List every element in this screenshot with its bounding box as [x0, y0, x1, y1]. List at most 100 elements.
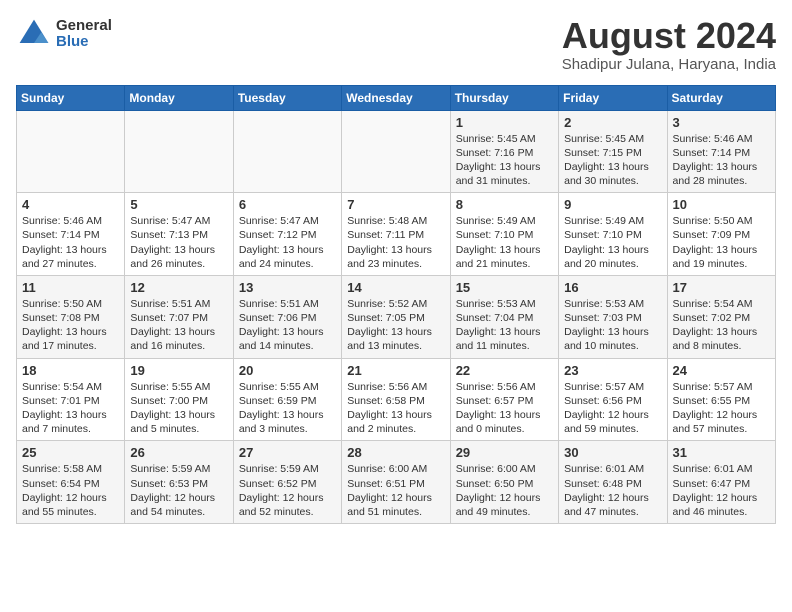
day-number: 22: [456, 363, 553, 378]
day-header-wednesday: Wednesday: [342, 85, 450, 110]
logo: General Blue: [16, 16, 112, 52]
calendar-cell: 2 Sunrise: 5:45 AMSunset: 7:15 PMDaylight…: [559, 110, 667, 193]
day-number: 20: [239, 363, 336, 378]
day-details: Sunrise: 5:48 AMSunset: 7:11 PMDaylight:…: [347, 214, 444, 271]
calendar-cell: [342, 110, 450, 193]
day-number: 31: [673, 445, 770, 460]
calendar-week-2: 4Sunrise: 5:46 AMSunset: 7:14 PMDaylight…: [17, 193, 776, 276]
day-details: Sunrise: 5:51 AMSunset: 7:06 PMDaylight:…: [239, 297, 336, 354]
day-number: 6: [239, 197, 336, 212]
day-details: Sunrise: 5:59 AMSunset: 6:53 PMDaylight:…: [130, 462, 227, 519]
day-details: Sunrise: 5:45 AMSunset: 7:15 PMDaylight:…: [564, 132, 661, 189]
day-details: Sunrise: 5:57 AMSunset: 6:55 PMDaylight:…: [673, 380, 770, 437]
day-number: 28: [347, 445, 444, 460]
day-details: Sunrise: 6:01 AMSunset: 6:47 PMDaylight:…: [673, 462, 770, 519]
calendar-cell: 31 Sunrise: 6:01 AMSunset: 6:47 PMDayligh…: [667, 441, 775, 524]
title-block: August 2024 Shadipur Julana, Haryana, In…: [562, 16, 776, 73]
day-details: Sunrise: 6:01 AMSunset: 6:48 PMDaylight:…: [564, 462, 661, 519]
day-number: 8: [456, 197, 553, 212]
calendar-cell: 19 Sunrise: 5:55 AMSunset: 7:00 PMDayligh…: [125, 358, 233, 441]
day-details: Sunrise: 5:54 AMSunset: 7:02 PMDaylight:…: [673, 297, 770, 354]
calendar-cell: 3 Sunrise: 5:46 AMSunset: 7:14 PMDaylight…: [667, 110, 775, 193]
day-header-tuesday: Tuesday: [233, 85, 341, 110]
day-number: 1: [456, 115, 553, 130]
calendar-cell: 28 Sunrise: 6:00 AMSunset: 6:51 PMDayligh…: [342, 441, 450, 524]
day-number: 2: [564, 115, 661, 130]
calendar-cell: 17Sunrise: 5:54 AMSunset: 7:02 PMDayligh…: [667, 275, 775, 358]
calendar-cell: 8Sunrise: 5:49 AMSunset: 7:10 PMDaylight…: [450, 193, 558, 276]
day-details: Sunrise: 5:47 AMSunset: 7:12 PMDaylight:…: [239, 214, 336, 271]
day-number: 11: [22, 280, 119, 295]
logo-general: General: [56, 18, 112, 35]
day-number: 3: [673, 115, 770, 130]
day-details: Sunrise: 5:56 AMSunset: 6:58 PMDaylight:…: [347, 380, 444, 437]
day-details: Sunrise: 5:49 AMSunset: 7:10 PMDaylight:…: [564, 214, 661, 271]
day-details: Sunrise: 5:56 AMSunset: 6:57 PMDaylight:…: [456, 380, 553, 437]
day-number: 25: [22, 445, 119, 460]
calendar-cell: 14Sunrise: 5:52 AMSunset: 7:05 PMDayligh…: [342, 275, 450, 358]
day-details: Sunrise: 5:50 AMSunset: 7:08 PMDaylight:…: [22, 297, 119, 354]
calendar-cell: 16 Sunrise: 5:53 AMSunset: 7:03 PMDayligh…: [559, 275, 667, 358]
calendar-cell: 1 Sunrise: 5:45 AMSunset: 7:16 PMDaylight…: [450, 110, 558, 193]
logo-icon: [16, 16, 52, 52]
day-details: Sunrise: 6:00 AMSunset: 6:50 PMDaylight:…: [456, 462, 553, 519]
calendar-cell: [233, 110, 341, 193]
day-details: Sunrise: 5:53 AMSunset: 7:03 PMDaylight:…: [564, 297, 661, 354]
day-header-saturday: Saturday: [667, 85, 775, 110]
calendar-week-1: 1 Sunrise: 5:45 AMSunset: 7:16 PMDaylight…: [17, 110, 776, 193]
calendar-cell: 11 Sunrise: 5:50 AMSunset: 7:08 PMDayligh…: [17, 275, 125, 358]
day-details: Sunrise: 5:58 AMSunset: 6:54 PMDaylight:…: [22, 462, 119, 519]
calendar-cell: 27 Sunrise: 5:59 AMSunset: 6:52 PMDayligh…: [233, 441, 341, 524]
day-headers-row: SundayMondayTuesdayWednesdayThursdayFrid…: [17, 85, 776, 110]
day-header-friday: Friday: [559, 85, 667, 110]
day-details: Sunrise: 5:53 AMSunset: 7:04 PMDaylight:…: [456, 297, 553, 354]
day-number: 10: [673, 197, 770, 212]
day-number: 14: [347, 280, 444, 295]
calendar-cell: 5Sunrise: 5:47 AMSunset: 7:13 PMDaylight…: [125, 193, 233, 276]
calendar-cell: 7 Sunrise: 5:48 AMSunset: 7:11 PMDaylight…: [342, 193, 450, 276]
day-details: Sunrise: 5:46 AMSunset: 7:14 PMDaylight:…: [673, 132, 770, 189]
day-details: Sunrise: 5:46 AMSunset: 7:14 PMDaylight:…: [22, 214, 119, 271]
calendar-cell: 23 Sunrise: 5:57 AMSunset: 6:56 PMDayligh…: [559, 358, 667, 441]
calendar-cell: 29Sunrise: 6:00 AMSunset: 6:50 PMDayligh…: [450, 441, 558, 524]
logo-text: General Blue: [56, 18, 112, 51]
day-number: 7: [347, 197, 444, 212]
day-details: Sunrise: 5:55 AMSunset: 6:59 PMDaylight:…: [239, 380, 336, 437]
day-number: 16: [564, 280, 661, 295]
calendar-cell: 25 Sunrise: 5:58 AMSunset: 6:54 PMDayligh…: [17, 441, 125, 524]
day-number: 9: [564, 197, 661, 212]
calendar-week-3: 11 Sunrise: 5:50 AMSunset: 7:08 PMDayligh…: [17, 275, 776, 358]
day-number: 12: [130, 280, 227, 295]
calendar-cell: [125, 110, 233, 193]
calendar-cell: 9 Sunrise: 5:49 AMSunset: 7:10 PMDaylight…: [559, 193, 667, 276]
day-details: Sunrise: 5:50 AMSunset: 7:09 PMDaylight:…: [673, 214, 770, 271]
day-number: 26: [130, 445, 227, 460]
day-number: 23: [564, 363, 661, 378]
day-number: 27: [239, 445, 336, 460]
day-details: Sunrise: 5:57 AMSunset: 6:56 PMDaylight:…: [564, 380, 661, 437]
day-details: Sunrise: 5:59 AMSunset: 6:52 PMDaylight:…: [239, 462, 336, 519]
day-header-sunday: Sunday: [17, 85, 125, 110]
calendar-week-4: 18 Sunrise: 5:54 AMSunset: 7:01 PMDayligh…: [17, 358, 776, 441]
logo-blue: Blue: [56, 34, 112, 51]
calendar-cell: 22 Sunrise: 5:56 AMSunset: 6:57 PMDayligh…: [450, 358, 558, 441]
calendar-cell: 24Sunrise: 5:57 AMSunset: 6:55 PMDayligh…: [667, 358, 775, 441]
calendar-cell: 13Sunrise: 5:51 AMSunset: 7:06 PMDayligh…: [233, 275, 341, 358]
location: Shadipur Julana, Haryana, India: [562, 56, 776, 73]
calendar-cell: 6 Sunrise: 5:47 AMSunset: 7:12 PMDaylight…: [233, 193, 341, 276]
calendar-cell: 10 Sunrise: 5:50 AMSunset: 7:09 PMDayligh…: [667, 193, 775, 276]
day-details: Sunrise: 5:45 AMSunset: 7:16 PMDaylight:…: [456, 132, 553, 189]
calendar-cell: 21 Sunrise: 5:56 AMSunset: 6:58 PMDayligh…: [342, 358, 450, 441]
day-number: 19: [130, 363, 227, 378]
page-header: General Blue August 2024 Shadipur Julana…: [16, 16, 776, 73]
day-details: Sunrise: 5:47 AMSunset: 7:13 PMDaylight:…: [130, 214, 227, 271]
day-details: Sunrise: 5:51 AMSunset: 7:07 PMDaylight:…: [130, 297, 227, 354]
day-number: 21: [347, 363, 444, 378]
calendar-cell: 12 Sunrise: 5:51 AMSunset: 7:07 PMDayligh…: [125, 275, 233, 358]
day-details: Sunrise: 5:54 AMSunset: 7:01 PMDaylight:…: [22, 380, 119, 437]
day-details: Sunrise: 6:00 AMSunset: 6:51 PMDaylight:…: [347, 462, 444, 519]
day-details: Sunrise: 5:55 AMSunset: 7:00 PMDaylight:…: [130, 380, 227, 437]
calendar-cell: 20 Sunrise: 5:55 AMSunset: 6:59 PMDayligh…: [233, 358, 341, 441]
day-number: 18: [22, 363, 119, 378]
calendar-cell: [17, 110, 125, 193]
